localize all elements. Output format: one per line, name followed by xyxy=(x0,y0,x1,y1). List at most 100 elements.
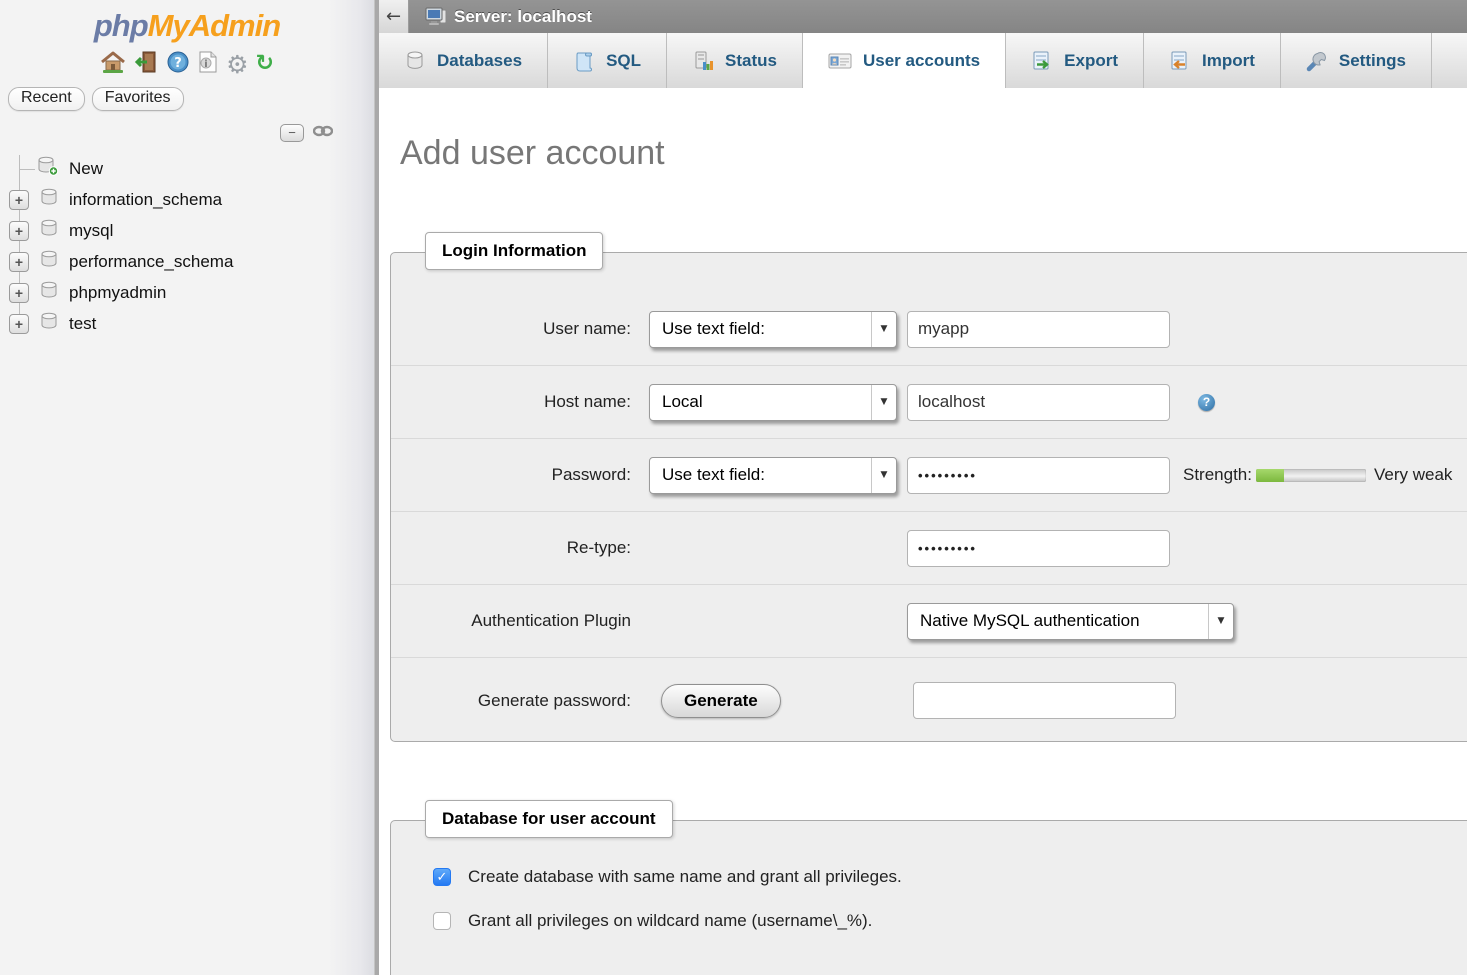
tab-user-accounts[interactable]: User accounts xyxy=(803,33,1006,88)
hostname-help-icon[interactable]: ? xyxy=(1198,394,1215,411)
help-icon[interactable]: ? xyxy=(166,50,190,79)
generate-password-label: Generate password: xyxy=(391,691,641,711)
strength-meter-fill xyxy=(1256,469,1284,482)
server-breadcrumb[interactable]: Server: localhost xyxy=(409,7,592,27)
tree-item-label[interactable]: New xyxy=(69,159,103,179)
strength-meter xyxy=(1256,469,1366,482)
recent-button[interactable]: Recent xyxy=(8,87,85,111)
tab-label: Import xyxy=(1202,51,1255,71)
new-database-icon xyxy=(37,156,59,181)
auth-plugin-row: Authentication Plugin Native MySQL authe… xyxy=(391,585,1467,658)
username-input[interactable] xyxy=(907,311,1170,348)
database-icon xyxy=(39,219,59,242)
username-label: User name: xyxy=(391,319,641,339)
tree-item-label[interactable]: information_schema xyxy=(69,190,222,210)
sidebar-toolbar: ? i ⚙ ↻ xyxy=(0,50,374,78)
favorites-button[interactable]: Favorites xyxy=(92,87,184,111)
select-value: Use text field: xyxy=(650,319,871,339)
expand-plus-icon[interactable]: + xyxy=(9,283,29,303)
tab-sql[interactable]: SQL xyxy=(548,33,667,88)
tree-item-label[interactable]: test xyxy=(69,314,96,334)
phpmyadmin-logo: phpMyAdmin xyxy=(0,8,374,44)
back-button[interactable]: ← xyxy=(379,0,409,33)
tree-item-label[interactable]: performance_schema xyxy=(69,252,233,272)
create-db-label[interactable]: Create database with same name and grant… xyxy=(468,867,902,887)
tree-item-test: + test xyxy=(0,308,374,339)
minus-icon: − xyxy=(288,126,296,140)
tab-databases[interactable]: Databases xyxy=(379,33,548,88)
settings-icon[interactable]: ⚙ xyxy=(226,52,248,77)
wildcard-grant-label[interactable]: Grant all privileges on wildcard name (u… xyxy=(468,911,872,931)
svg-text:i: i xyxy=(204,59,207,70)
database-icon xyxy=(39,312,59,335)
tab-label: Databases xyxy=(437,51,522,71)
expand-plus-icon[interactable]: + xyxy=(9,190,29,210)
chevron-down-icon: ▼ xyxy=(871,385,896,420)
collapse-all-button[interactable]: − xyxy=(280,124,304,142)
login-fieldset-legend: Login Information xyxy=(425,232,603,270)
auth-plugin-label: Authentication Plugin xyxy=(391,611,641,631)
password-label: Password: xyxy=(391,465,641,485)
tab-bar: Databases SQL Status User accounts Expor… xyxy=(379,33,1467,88)
expand-plus-icon[interactable]: + xyxy=(9,252,29,272)
wildcard-grant-row: Grant all privileges on wildcard name (u… xyxy=(433,911,1467,931)
expand-plus-icon[interactable]: + xyxy=(9,314,29,334)
auth-plugin-select[interactable]: Native MySQL authentication ▼ xyxy=(907,603,1234,640)
status-icon xyxy=(692,50,714,72)
retype-password-input[interactable] xyxy=(907,530,1170,567)
tree-controls: − xyxy=(0,123,374,143)
tab-settings[interactable]: Settings xyxy=(1281,33,1432,88)
hostname-type-select[interactable]: Local ▼ xyxy=(649,384,897,421)
retype-row: Re-type: xyxy=(391,512,1467,585)
strength-text: Very weak xyxy=(1374,465,1452,485)
database-icon xyxy=(39,281,59,304)
password-type-select[interactable]: Use text field: ▼ xyxy=(649,457,897,494)
select-value: Use text field: xyxy=(650,465,871,485)
generate-button[interactable]: Generate xyxy=(661,684,781,718)
server-icon xyxy=(425,7,447,26)
tab-export[interactable]: Export xyxy=(1006,33,1144,88)
expand-plus-icon[interactable]: + xyxy=(9,221,29,241)
retype-label: Re-type: xyxy=(391,538,641,558)
tab-import[interactable]: Import xyxy=(1144,33,1281,88)
tree-item-label[interactable]: mysql xyxy=(69,221,113,241)
page-content: Add user account Login Information User … xyxy=(379,88,1467,975)
create-db-checkbox[interactable] xyxy=(433,868,451,886)
logout-icon[interactable] xyxy=(133,50,159,79)
export-icon xyxy=(1031,50,1053,72)
tab-status[interactable]: Status xyxy=(667,33,803,88)
tree-item-performance-schema: + performance_schema xyxy=(0,246,374,277)
select-value: Local xyxy=(650,392,871,412)
tab-label: User accounts xyxy=(863,51,980,71)
wildcard-grant-checkbox[interactable] xyxy=(433,912,451,930)
tab-label: Export xyxy=(1064,51,1118,71)
database-tree: New + information_schema + mysql + perfo… xyxy=(0,153,374,339)
tree-connector xyxy=(9,160,27,178)
sidebar-nav-buttons: Recent Favorites xyxy=(8,87,374,111)
tree-item-information-schema: + information_schema xyxy=(0,184,374,215)
tab-label: Settings xyxy=(1339,51,1406,71)
database-icon xyxy=(39,250,59,273)
login-fieldset: Login Information User name: Use text fi… xyxy=(390,252,1467,742)
page-title: Add user account xyxy=(400,134,1467,173)
svg-text:?: ? xyxy=(174,56,182,71)
link-panel-icon[interactable] xyxy=(313,124,333,142)
database-fieldset-legend: Database for user account xyxy=(425,800,673,838)
tree-item-mysql: + mysql xyxy=(0,215,374,246)
tree-item-label[interactable]: phpmyadmin xyxy=(69,283,166,303)
wrench-icon xyxy=(1306,50,1328,72)
password-input[interactable] xyxy=(907,457,1170,494)
sidebar: phpMyAdmin ? i ⚙ ↻ Recent Favorites − xyxy=(0,0,374,975)
tab-label: Status xyxy=(725,51,777,71)
username-type-select[interactable]: Use text field: ▼ xyxy=(649,311,897,348)
password-row: Password: Use text field: ▼ Strength: Ve… xyxy=(391,439,1467,512)
chevron-down-icon: ▼ xyxy=(871,312,896,347)
import-icon xyxy=(1169,50,1191,72)
refresh-icon[interactable]: ↻ xyxy=(255,53,273,75)
docs-icon[interactable]: i xyxy=(197,50,219,79)
generated-password-input[interactable] xyxy=(913,682,1176,719)
tab-label: SQL xyxy=(606,51,641,71)
hostname-input[interactable] xyxy=(907,384,1170,421)
database-icon xyxy=(39,188,59,211)
home-icon[interactable] xyxy=(100,50,126,79)
